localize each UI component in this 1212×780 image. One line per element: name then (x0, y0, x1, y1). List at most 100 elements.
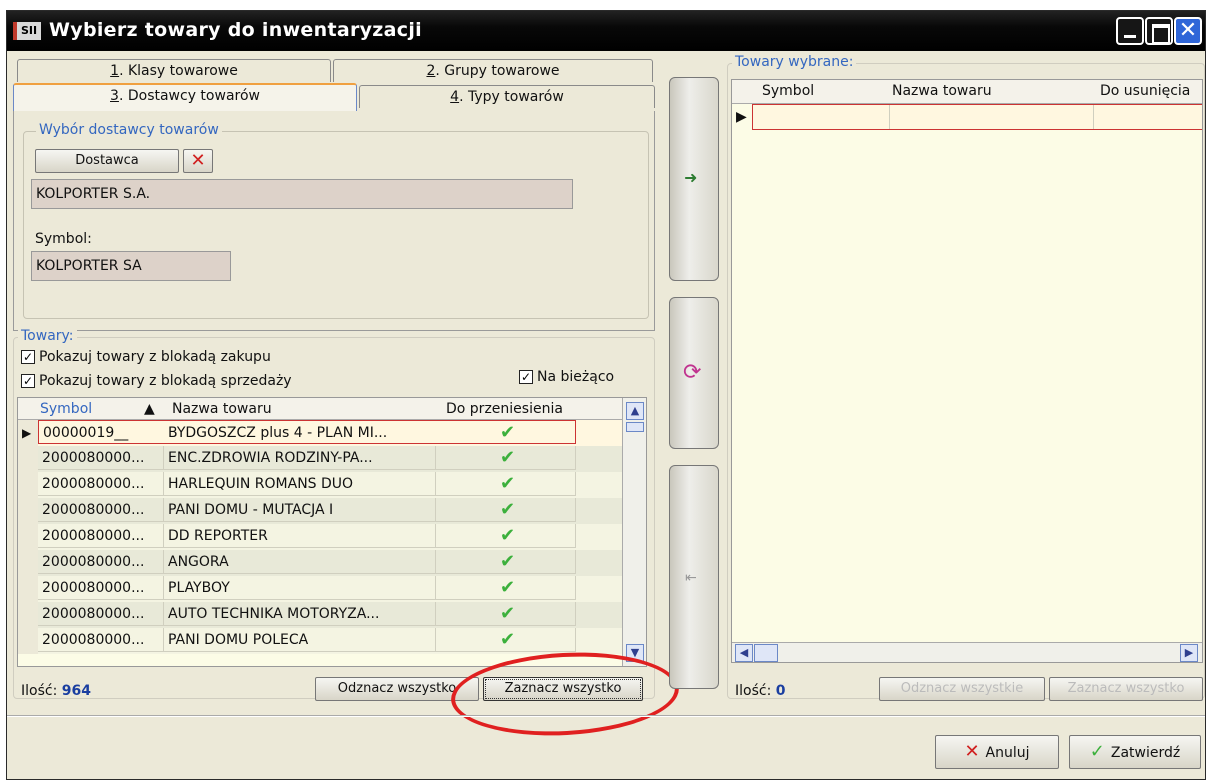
checkbox-checked-icon: ✓ (21, 350, 35, 364)
transfer-check-icon[interactable]: ✔ (436, 524, 576, 548)
clear-supplier-button[interactable]: ✕ (183, 149, 213, 173)
table-row[interactable]: 2000080000... DD REPORTER ✔ (18, 524, 622, 550)
column-name[interactable]: Nazwa towaru (892, 83, 992, 99)
column-symbol[interactable]: Symbol (762, 83, 814, 99)
app-logo-icon: SII (13, 22, 41, 40)
selected-grid[interactable]: Symbol Nazwa towaru Do usunięcia ▶ ◀ ▶ (731, 79, 1203, 663)
supplier-button[interactable]: Dostawca (35, 149, 179, 173)
row-indicator (18, 550, 38, 576)
column-remove[interactable]: Do usunięcia (1100, 83, 1190, 99)
confirm-button[interactable]: ✓ Zatwierdź (1069, 735, 1201, 769)
refresh-icon: ⟳ (683, 360, 702, 385)
cell-symbol[interactable]: 2000080000... (38, 498, 164, 522)
cell-name[interactable]: ANGORA (164, 550, 436, 574)
row-indicator (18, 602, 38, 628)
selected-grid-header: Symbol Nazwa towaru Do usunięcia (732, 80, 1202, 104)
transfer-check-icon[interactable]: ✔ (436, 628, 576, 652)
scroll-thumb[interactable] (626, 422, 644, 432)
delete-icon: ✕ (190, 150, 206, 171)
symbol-label: Symbol: (35, 231, 92, 247)
cancel-icon: ✕ (964, 741, 980, 762)
column-name[interactable]: Nazwa towaru (172, 401, 272, 417)
close-button[interactable]: ✕ (1174, 17, 1202, 45)
cell-name[interactable]: BYDGOSZCZ plus 4 - PLAN MI... (164, 420, 436, 444)
cell-symbol[interactable]: 2000080000... (38, 628, 164, 652)
scroll-left-icon[interactable]: ◀ (735, 644, 753, 662)
minimize-button[interactable] (1116, 17, 1144, 45)
cell-name[interactable]: PANI DOMU - MUTACJA I (164, 498, 436, 522)
row-pointer-icon: ▶ (18, 420, 38, 446)
cell-name[interactable]: AUTO TECHNIKA MOTORYZA... (164, 602, 436, 626)
horizontal-scrollbar[interactable]: ◀ ▶ (732, 642, 1202, 662)
towary-grid[interactable]: Symbol ▲ Nazwa towaru Do przeniesienia ▶… (17, 397, 647, 667)
vertical-scrollbar[interactable]: ▲ ▼ (622, 398, 646, 666)
cell-name[interactable]: PLAYBOY (164, 576, 436, 600)
refresh-button[interactable]: ⟳ (669, 297, 719, 449)
title-bar[interactable]: SII Wybierz towary do inwentaryzacji ✕ (7, 11, 1205, 51)
transfer-check-icon[interactable]: ✔ (436, 472, 576, 496)
table-row[interactable]: 2000080000... ENC.ZDROWIA RODZINY-PA... ✔ (18, 446, 622, 472)
supplier-symbol-field[interactable]: KOLPORTER SA (31, 251, 231, 281)
block-purchase-checkbox[interactable]: ✓ Pokazuj towary z blokadą zakupu (21, 349, 271, 365)
cell-name[interactable]: PANI DOMU POLECA (164, 628, 436, 652)
transfer-check-icon[interactable]: ✔ (436, 498, 576, 522)
cell-name[interactable]: DD REPORTER (164, 524, 436, 548)
transfer-check-icon[interactable]: ✔ (436, 602, 576, 626)
row-pointer-icon: ▶ (736, 109, 747, 125)
cell-symbol[interactable]: 00000019__ (38, 420, 164, 444)
checkbox-checked-icon: ✓ (519, 370, 533, 384)
towary-count: Ilość: 964 (21, 683, 91, 699)
transfer-check-icon[interactable]: ✔ (436, 576, 576, 600)
cancel-button[interactable]: ✕ Anuluj (935, 735, 1059, 769)
tab-typy[interactable]: 4. Typy towarów (359, 85, 655, 108)
cell-name[interactable]: HARLEQUIN ROMANS DUO (164, 472, 436, 496)
scroll-right-icon[interactable]: ▶ (1180, 644, 1198, 662)
live-checkbox[interactable]: ✓ Na bieżąco (519, 369, 614, 385)
transfer-check-icon[interactable]: ✔ (436, 446, 576, 470)
cell-symbol[interactable]: 2000080000... (38, 550, 164, 574)
row-indicator (18, 498, 38, 524)
sort-asc-icon: ▲ (144, 401, 155, 417)
cell-symbol[interactable]: 2000080000... (38, 524, 164, 548)
table-row[interactable]: 2000080000... PLAYBOY ✔ (18, 576, 622, 602)
table-row[interactable]: 2000080000... ANGORA ✔ (18, 550, 622, 576)
cell-symbol[interactable]: 2000080000... (38, 602, 164, 626)
cell-symbol[interactable]: 2000080000... (38, 576, 164, 600)
maximize-button[interactable] (1145, 17, 1173, 45)
transfer-check-icon[interactable]: ✔ (436, 420, 576, 444)
tab-grupy[interactable]: 2. Grupy towarowe (333, 59, 653, 82)
table-row[interactable]: 2000080000... PANI DOMU POLECA ✔ (18, 628, 622, 654)
scroll-up-icon[interactable]: ▲ (626, 402, 644, 420)
add-to-selected-button[interactable]: ➜ (669, 77, 719, 281)
cell-symbol[interactable]: 2000080000... (38, 446, 164, 470)
table-row[interactable]: 2000080000... HARLEQUIN ROMANS DUO ✔ (18, 472, 622, 498)
transfer-check-icon[interactable]: ✔ (436, 550, 576, 574)
row-indicator (18, 576, 38, 602)
column-symbol[interactable]: Symbol (40, 401, 92, 417)
towary-group-title: Towary: (18, 328, 77, 344)
table-row[interactable]: 2000080000... AUTO TECHNIKA MOTORYZA... ✔ (18, 602, 622, 628)
tab-dostawcy[interactable]: 3. Dostawcy towarów (13, 83, 357, 111)
block-sale-checkbox[interactable]: ✓ Pokazuj towary z blokadą sprzedaży (21, 373, 292, 389)
move-left-icon: ⇤ (685, 570, 697, 586)
column-divider (889, 105, 890, 129)
scroll-thumb[interactable] (754, 644, 778, 662)
selected-unselect-all-button[interactable]: Odznacz wszystkie (879, 677, 1045, 701)
remove-from-selected-button[interactable]: ⇤ (669, 465, 719, 689)
table-row[interactable]: ▶ 00000019__ BYDGOSZCZ plus 4 - PLAN MI...… (18, 420, 622, 446)
supplier-name-field[interactable]: KOLPORTER S.A. (31, 179, 573, 209)
column-transfer[interactable]: Do przeniesienia (446, 401, 563, 417)
row-indicator (18, 446, 38, 472)
window-title: Wybierz towary do inwentaryzacji (49, 19, 422, 41)
selected-select-all-button[interactable]: Zaznacz wszystko (1049, 677, 1203, 701)
cell-symbol[interactable]: 2000080000... (38, 472, 164, 496)
checkbox-checked-icon: ✓ (21, 374, 35, 388)
table-row[interactable]: 2000080000... PANI DOMU - MUTACJA I ✔ (18, 498, 622, 524)
footer-divider (7, 715, 1205, 717)
tab-klasy[interactable]: 1. Klasy towarowe (17, 59, 331, 82)
confirm-check-icon: ✓ (1089, 741, 1105, 762)
row-indicator (18, 472, 38, 498)
selected-empty-row[interactable] (752, 104, 1202, 130)
grid-header: Symbol ▲ Nazwa towaru Do przeniesienia (18, 398, 646, 420)
cell-name[interactable]: ENC.ZDROWIA RODZINY-PA... (164, 446, 436, 470)
